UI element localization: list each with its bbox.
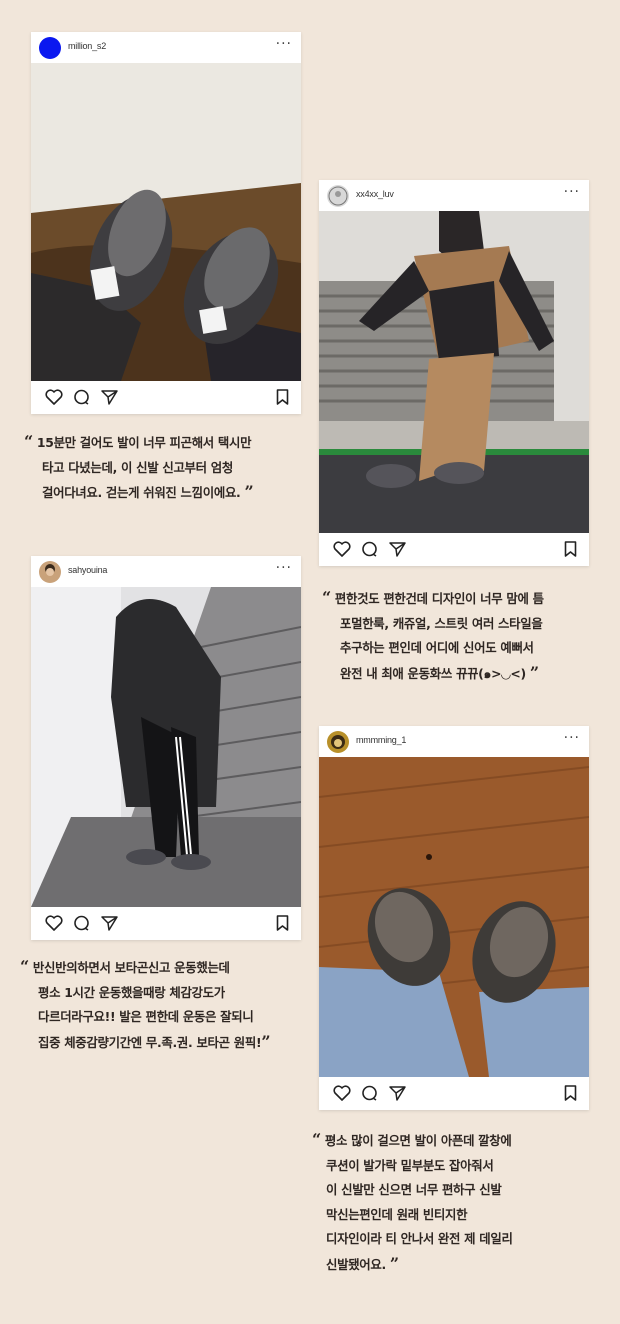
comment-icon[interactable]	[361, 541, 378, 557]
post-card: mmmming_1 ···	[319, 726, 589, 1110]
heart-icon[interactable]	[333, 1085, 351, 1101]
username[interactable]: mmmming_1	[356, 735, 406, 745]
post-header: sahyouina ···	[31, 556, 301, 587]
share-icon[interactable]	[101, 915, 118, 931]
heart-icon[interactable]	[45, 915, 63, 931]
post-photo	[319, 757, 589, 1077]
more-horizontal-icon[interactable]: ···	[276, 560, 292, 576]
post-actions	[319, 534, 589, 564]
post-header: mmmming_1 ···	[319, 726, 589, 757]
review-quote: “ 15분만 걸어도 발이 너무 피곤해서 택시만 타고 다녔는데, 이 신발 …	[24, 432, 254, 501]
share-icon[interactable]	[101, 389, 118, 405]
post-photo	[319, 211, 589, 533]
avatar[interactable]	[39, 561, 61, 583]
post-header: million_s2 ···	[31, 32, 301, 63]
bookmark-icon[interactable]	[276, 915, 289, 931]
more-horizontal-icon[interactable]: ···	[276, 36, 292, 52]
post-photo	[31, 587, 301, 907]
comment-icon[interactable]	[73, 915, 90, 931]
post-photo	[31, 63, 301, 381]
username[interactable]: million_s2	[68, 41, 106, 51]
avatar[interactable]	[39, 37, 61, 59]
review-quote: “ 평소 많이 걸으면 발이 아픈데 깔창에 쿠션이 발가락 밑부분도 잡아줘서…	[312, 1130, 513, 1273]
username[interactable]: sahyouina	[68, 565, 107, 575]
bookmark-icon[interactable]	[564, 1085, 577, 1101]
share-icon[interactable]	[389, 1085, 406, 1101]
avatar[interactable]	[327, 731, 349, 753]
post-card: xx4xx_luv ···	[319, 180, 589, 566]
post-actions	[319, 1078, 589, 1108]
comment-icon[interactable]	[73, 389, 90, 405]
review-quote: “ 편한것도 편한건데 디자인이 너무 맘에 틈 포멀한룩, 캐쥬얼, 스트릿 …	[322, 588, 544, 682]
comment-icon[interactable]	[361, 1085, 378, 1101]
post-card: sahyouina ···	[31, 556, 301, 940]
post-actions	[31, 382, 301, 412]
heart-icon[interactable]	[45, 389, 63, 405]
more-horizontal-icon[interactable]: ···	[564, 184, 580, 200]
post-card: million_s2 ···	[31, 32, 301, 414]
review-quote: “ 반신반의하면서 보타곤신고 운동했는데 평소 1시간 운동했을때랑 체감강도…	[20, 957, 271, 1051]
more-horizontal-icon[interactable]: ···	[564, 730, 580, 746]
bookmark-icon[interactable]	[564, 541, 577, 557]
heart-icon[interactable]	[333, 541, 351, 557]
share-icon[interactable]	[389, 541, 406, 557]
avatar[interactable]	[327, 185, 349, 207]
username[interactable]: xx4xx_luv	[356, 189, 394, 199]
bookmark-icon[interactable]	[276, 389, 289, 405]
post-actions	[31, 908, 301, 938]
post-header: xx4xx_luv ···	[319, 180, 589, 211]
